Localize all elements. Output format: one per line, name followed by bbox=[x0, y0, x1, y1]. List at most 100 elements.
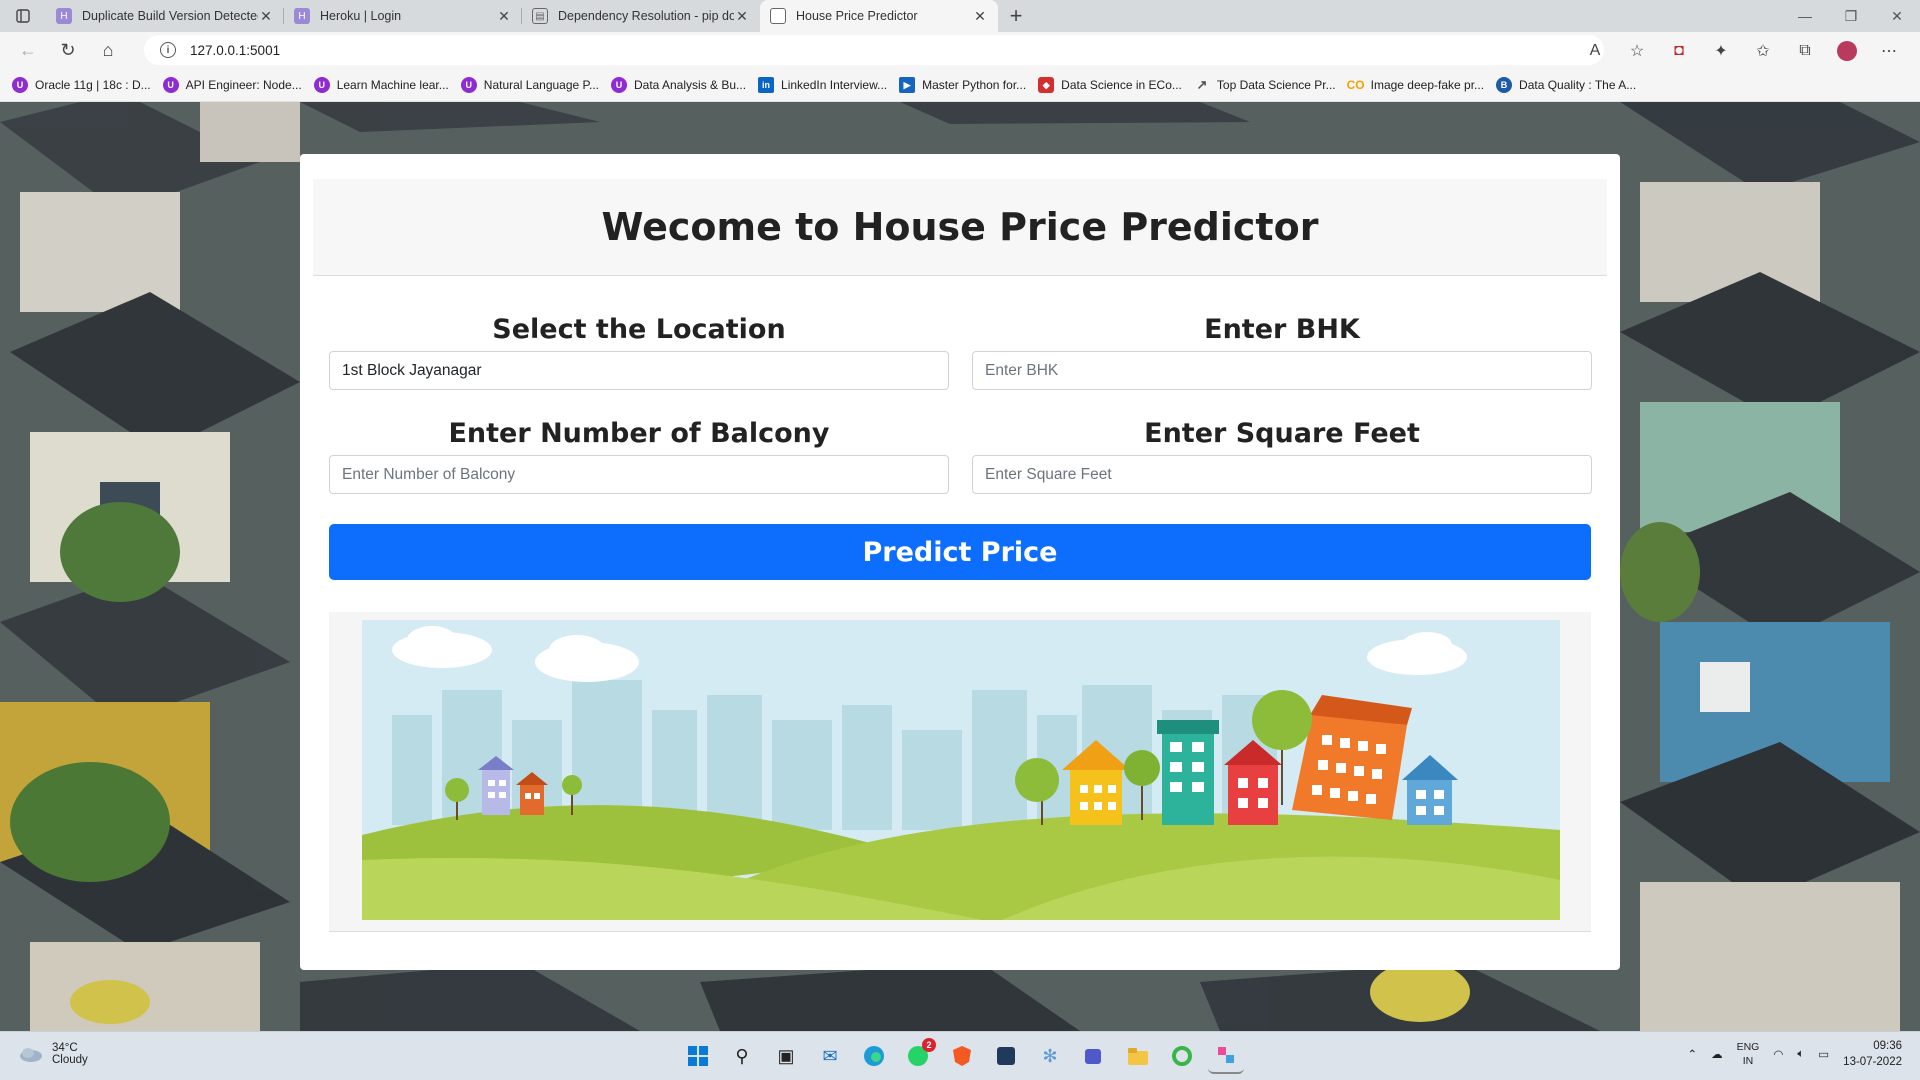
banner-container bbox=[329, 612, 1591, 932]
predictor-card: Wecome to House Price Predictor Select t… bbox=[300, 154, 1620, 970]
battery-icon[interactable]: ▭ bbox=[1818, 1047, 1829, 1061]
bookmark-item[interactable]: U Learn Machine lear... bbox=[313, 77, 449, 93]
bookmark-icon: U bbox=[610, 77, 627, 93]
location-label: Select the Location bbox=[492, 314, 786, 345]
sqft-label: Enter Square Feet bbox=[1144, 418, 1420, 449]
taskbar-apps: ⚲ ▣ ✉ 2 ✻ bbox=[680, 1038, 1244, 1074]
app-ring-icon[interactable] bbox=[1164, 1038, 1200, 1074]
bookmarks-bar: U Oracle 11g | 18c : D... U API Engineer: … bbox=[0, 69, 1920, 102]
tab-dependency-resolution[interactable]: ▤ Dependency Resolution - pip do ✕ bbox=[522, 0, 760, 32]
location-field-group: Select the Location 1st Block Jayanagar bbox=[329, 309, 949, 390]
bookmark-item[interactable]: U API Engineer: Node... bbox=[162, 77, 302, 93]
teams-icon[interactable] bbox=[1076, 1038, 1112, 1074]
extensions-icon[interactable]: ✦ bbox=[1700, 35, 1742, 67]
predict-price-button[interactable]: Predict Price bbox=[329, 524, 1591, 580]
tab-actions-button[interactable] bbox=[0, 0, 46, 32]
bookmark-item[interactable]: ↗ Top Data Science Pr... bbox=[1194, 77, 1336, 93]
bhk-field-group: Enter BHK Enter BHK bbox=[972, 309, 1592, 390]
temperature: 34°C bbox=[52, 1042, 78, 1054]
tab-title: Duplicate Build Version Detected bbox=[82, 9, 258, 23]
edge-icon[interactable] bbox=[856, 1038, 892, 1074]
bookmark-item[interactable]: B Data Quality : The A... bbox=[1496, 77, 1636, 93]
bookmark-item[interactable]: ◆ Data Science in ECo... bbox=[1038, 77, 1182, 93]
balcony-input[interactable]: Enter Number of Balcony bbox=[329, 455, 949, 494]
bookmark-label: Master Python for... bbox=[922, 78, 1027, 92]
whatsapp-icon[interactable]: 2 bbox=[900, 1038, 936, 1074]
balcony-field-group: Enter Number of Balcony Enter Number of … bbox=[329, 413, 949, 494]
balcony-label: Enter Number of Balcony bbox=[448, 418, 830, 449]
language-indicator[interactable]: ENG IN bbox=[1737, 1040, 1760, 1068]
city-illustration bbox=[362, 620, 1560, 920]
bookmark-item[interactable]: U Natural Language P... bbox=[460, 77, 599, 93]
bookmark-label: API Engineer: Node... bbox=[185, 78, 302, 92]
clock-date: 13-07-2022 bbox=[1843, 1056, 1902, 1068]
bookmark-item[interactable]: U Data Analysis & Bu... bbox=[610, 77, 746, 93]
bookmark-icon: U bbox=[313, 77, 330, 93]
bookmark-label: Image deep-fake pr... bbox=[1370, 78, 1485, 92]
cloud-icon bbox=[20, 1048, 42, 1062]
clock[interactable]: 09:36 13-07-2022 bbox=[1843, 1038, 1902, 1070]
refresh-button[interactable]: ↻ bbox=[48, 35, 88, 67]
bookmark-label: Learn Machine lear... bbox=[336, 78, 449, 92]
close-window-button[interactable]: ✕ bbox=[1874, 0, 1920, 32]
search-icon[interactable]: ⚲ bbox=[724, 1038, 760, 1074]
paint-app-icon[interactable] bbox=[1208, 1038, 1244, 1074]
linkedin-icon: in bbox=[758, 77, 775, 93]
read-aloud-icon[interactable]: A bbox=[1574, 35, 1616, 67]
bookmark-item[interactable]: U Oracle 11g | 18c : D... bbox=[12, 77, 151, 93]
bookmark-item[interactable]: in LinkedIn Interview... bbox=[758, 77, 887, 93]
snipping-tool-icon[interactable]: ✻ bbox=[1032, 1038, 1068, 1074]
colab-icon: CO bbox=[1346, 78, 1365, 92]
extension-icon[interactable]: ◘ bbox=[1658, 35, 1700, 67]
address-field[interactable]: i 127.0.0.1:5001 bbox=[144, 35, 1604, 65]
task-view-icon[interactable]: ▣ bbox=[768, 1038, 804, 1074]
bhk-input[interactable]: Enter BHK bbox=[972, 351, 1592, 390]
url-text: 127.0.0.1:5001 bbox=[190, 42, 281, 58]
start-icon[interactable] bbox=[680, 1038, 716, 1074]
wifi-icon[interactable]: ◠ bbox=[1773, 1047, 1783, 1061]
page-icon: ▤ bbox=[532, 8, 548, 24]
tab-duplicate-build[interactable]: H Duplicate Build Version Detected ✕ bbox=[46, 0, 284, 32]
back-button[interactable]: ← bbox=[8, 35, 48, 67]
video-icon: ▶ bbox=[899, 77, 916, 93]
clock-time: 09:36 bbox=[1873, 1040, 1902, 1052]
file-explorer-icon[interactable] bbox=[1120, 1038, 1156, 1074]
collections-icon[interactable]: ⧉ bbox=[1784, 35, 1826, 67]
chevron-up-icon[interactable]: ⌃ bbox=[1687, 1047, 1697, 1061]
bookmark-label: Top Data Science Pr... bbox=[1216, 78, 1336, 92]
location-select[interactable]: 1st Block Jayanagar bbox=[329, 351, 949, 390]
vscode-icon[interactable] bbox=[988, 1038, 1024, 1074]
page-icon bbox=[770, 8, 786, 24]
system-tray: ⌃ ☁ ENG IN ◠ 🔈︎ ▭ 09:36 13-07-2022 bbox=[1687, 1038, 1902, 1070]
tab-heroku-login[interactable]: H Heroku | Login ✕ bbox=[284, 0, 522, 32]
bookmark-item[interactable]: ▶ Master Python for... bbox=[899, 77, 1026, 93]
close-icon[interactable]: ✕ bbox=[496, 8, 512, 25]
window-controls: — ❐ ✕ bbox=[1782, 0, 1920, 32]
sqft-input[interactable]: Enter Square Feet bbox=[972, 455, 1592, 494]
minimize-button[interactable]: — bbox=[1782, 0, 1828, 32]
close-icon[interactable]: ✕ bbox=[258, 8, 274, 25]
close-icon[interactable]: ✕ bbox=[734, 8, 750, 25]
brave-icon[interactable] bbox=[944, 1038, 980, 1074]
favorites-icon[interactable]: ✩ bbox=[1742, 35, 1784, 67]
tab-title: Dependency Resolution - pip do bbox=[558, 9, 734, 23]
bhk-label: Enter BHK bbox=[1204, 314, 1360, 345]
tab-house-price-predictor[interactable]: House Price Predictor ✕ bbox=[760, 0, 998, 32]
close-icon[interactable]: ✕ bbox=[972, 8, 988, 25]
bookmark-icon: U bbox=[460, 77, 477, 93]
onedrive-icon[interactable]: ☁ bbox=[1711, 1047, 1723, 1061]
bookmark-item[interactable]: CO Image deep-fake pr... bbox=[1346, 77, 1485, 93]
profile-avatar[interactable] bbox=[1826, 35, 1868, 67]
chart-line-icon: ↗ bbox=[1196, 77, 1208, 92]
mail-icon[interactable]: ✉ bbox=[812, 1038, 848, 1074]
more-icon[interactable]: ⋯ bbox=[1868, 35, 1910, 67]
add-favorite-icon[interactable]: ☆ bbox=[1616, 35, 1658, 67]
volume-icon[interactable]: 🔈︎ bbox=[1797, 1048, 1804, 1061]
bookmark-label: Data Science in ECo... bbox=[1061, 78, 1182, 92]
weather-widget[interactable]: 34°C Cloudy bbox=[18, 1042, 88, 1066]
info-icon[interactable]: i bbox=[160, 42, 176, 58]
bookmark-label: Data Quality : The A... bbox=[1519, 78, 1637, 92]
new-tab-button[interactable]: + bbox=[998, 0, 1034, 32]
home-button[interactable]: ⌂ bbox=[88, 35, 128, 67]
restore-button[interactable]: ❐ bbox=[1828, 0, 1874, 32]
